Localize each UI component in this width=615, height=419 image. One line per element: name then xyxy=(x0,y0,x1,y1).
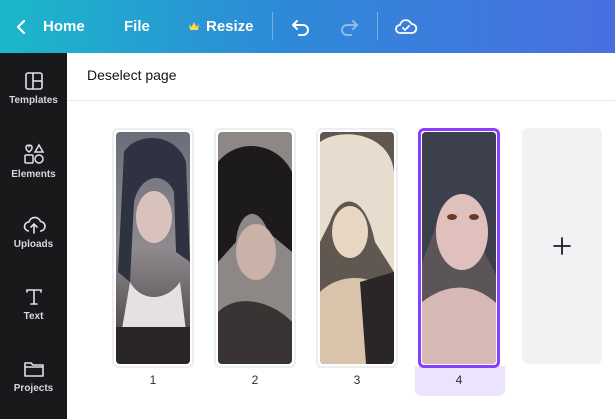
cloud-check-icon xyxy=(395,18,418,34)
page-thumbnail-1[interactable] xyxy=(112,128,194,368)
sidebar-item-elements[interactable]: Elements xyxy=(0,133,67,203)
page-image xyxy=(320,132,394,364)
save-status-button[interactable] xyxy=(394,0,418,53)
toolbar-divider xyxy=(377,12,378,40)
home-button[interactable]: Home xyxy=(43,0,85,53)
redo-button[interactable] xyxy=(338,0,360,53)
sidebar: Templates Elements Uploads Text Projects xyxy=(0,53,67,419)
divider xyxy=(67,100,615,101)
resize-button[interactable]: Resize xyxy=(188,0,254,53)
back-button[interactable] xyxy=(14,0,30,53)
undo-icon xyxy=(292,19,309,36)
page-image xyxy=(422,132,496,364)
templates-icon xyxy=(24,72,43,90)
plus-icon xyxy=(553,237,571,255)
sidebar-item-label: Templates xyxy=(9,95,58,106)
sidebar-item-label: Text xyxy=(23,311,44,322)
page-number: 3 xyxy=(353,373,361,387)
sidebar-item-label: Uploads xyxy=(13,239,54,250)
upload-icon xyxy=(23,216,46,234)
chevron-left-icon xyxy=(16,19,26,34)
sidebar-item-templates[interactable]: Templates xyxy=(0,61,67,131)
sidebar-item-text[interactable]: Text xyxy=(0,277,67,347)
folder-icon xyxy=(23,362,44,377)
redo-icon xyxy=(341,19,358,36)
sidebar-item-label: Elements xyxy=(11,169,56,180)
sidebar-item-uploads[interactable]: Uploads xyxy=(0,205,67,275)
sidebar-item-label: Projects xyxy=(13,383,54,394)
crown-icon xyxy=(189,22,199,30)
page-number: 4 xyxy=(455,373,463,387)
resize-label: Resize xyxy=(206,18,254,35)
file-menu-button[interactable]: File xyxy=(124,0,150,53)
page-thumbnail-2[interactable] xyxy=(214,128,296,368)
top-bar: Home File Resize xyxy=(0,0,615,53)
undo-button[interactable] xyxy=(290,0,312,53)
page-thumbnail-4[interactable] xyxy=(418,128,500,368)
page-image xyxy=(218,132,292,364)
elements-icon xyxy=(23,143,44,164)
page-grid-view: Deselect page 1 2 3 4 xyxy=(67,53,615,419)
page-number: 2 xyxy=(251,373,259,387)
page-thumbnail-3[interactable] xyxy=(316,128,398,368)
toolbar-divider xyxy=(272,12,273,40)
sidebar-item-projects[interactable]: Projects xyxy=(0,349,67,419)
add-page-button[interactable] xyxy=(522,128,602,364)
page-number: 1 xyxy=(149,373,157,387)
deselect-page-button[interactable]: Deselect page xyxy=(87,67,177,83)
text-icon xyxy=(25,289,42,305)
page-image xyxy=(116,132,190,364)
